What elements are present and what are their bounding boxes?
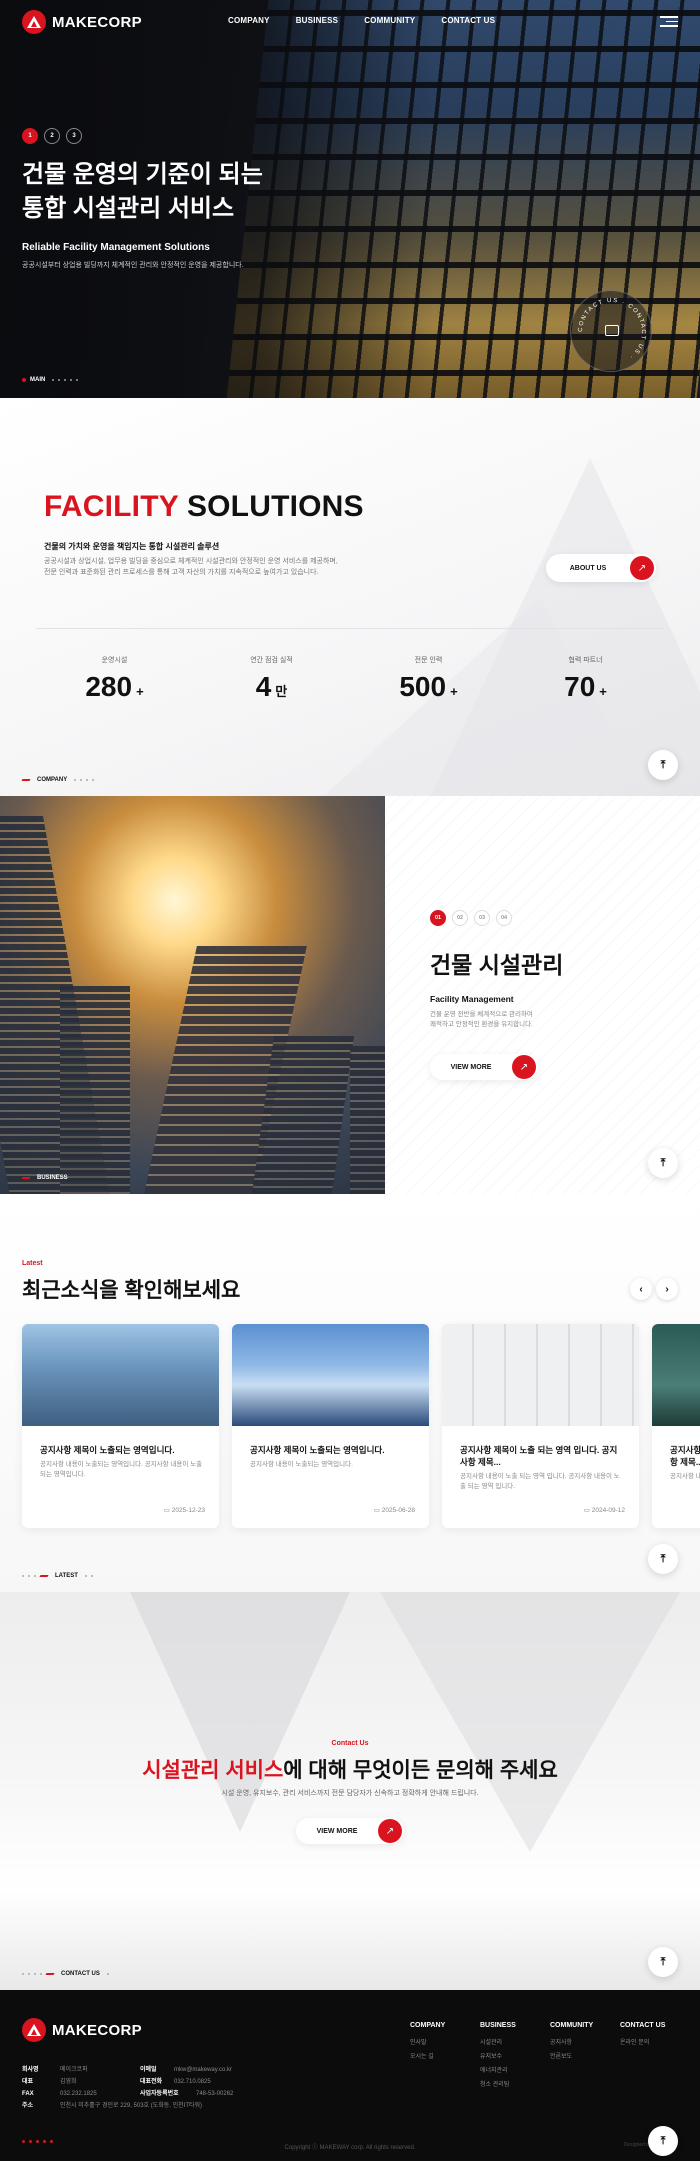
chat-icon [605, 325, 619, 336]
footer-link[interactable]: 청소 관리팀 [480, 2079, 550, 2088]
footer-link[interactable]: 에너지관리 [480, 2065, 550, 2074]
about-us-button[interactable]: ABOUT US ↗ [546, 554, 656, 582]
footer-link[interactable]: 온라인 문의 [620, 2037, 690, 2046]
hamburger-icon[interactable] [660, 16, 678, 27]
arrow-to-top-icon[interactable]: ⤒ [648, 2126, 678, 2156]
footer-col-community: COMMUNITY 공지사항 언론보도 [550, 2022, 620, 2093]
contact-section: Contact Us 시설관리 서비스에 대해 무엇이든 문의해 주세요 시설 … [0, 1592, 700, 1990]
stat-item: 협력 파트너 70 + [564, 657, 607, 702]
business-description: 건물 운영 전반을 체계적으로 관리하여 쾌적하고 안정적인 환경을 유지합니다. [430, 1011, 533, 1028]
footer-link[interactable]: 시설관리 [480, 2037, 550, 2046]
hero-title-line1: 건물 운영의 기준이 되는 [22, 161, 263, 188]
business-view-more-button[interactable]: VIEW MORE ↗ [430, 1054, 538, 1080]
news-card[interactable]: 공지사항 제목이 노출되는 영역입니다. 공지사항 제목... 공지사항 내용이… [652, 1324, 700, 1528]
arrow-to-top-icon[interactable]: ⤒ [648, 1544, 678, 1574]
hero-slide-2[interactable]: 2 [44, 128, 60, 144]
arrow-to-top-icon[interactable]: ⤒ [648, 1148, 678, 1178]
hero-subtitle: Reliable Facility Management Solutions [22, 242, 210, 253]
chevron-left-icon[interactable]: ‹ [630, 1278, 652, 1300]
latest-section: Latest 최근소식을 확인해보세요 ‹ › 공지사항 제목이 노출되는 영역… [0, 1194, 700, 1592]
calendar-icon: ▭ [163, 1507, 172, 1514]
logo-text: MAKECORP [52, 13, 142, 31]
footer-col-contact: CONTACT US 온라인 문의 [620, 2022, 690, 2093]
hero-slide-3[interactable]: 3 [66, 128, 82, 144]
facility-lead: 건물의 가치와 운영을 책임지는 통합 시설관리 솔루션 [44, 542, 220, 551]
nav-business[interactable]: BUSINESS [296, 16, 339, 25]
business-page-1[interactable]: 01 [430, 910, 446, 926]
hero-title-line2: 통합 시설관리 서비스 [22, 195, 235, 222]
footer-link[interactable]: 인사말 [410, 2037, 480, 2046]
news-card-image [652, 1324, 700, 1426]
stat-item: 전문 인력 500 + [399, 657, 458, 702]
news-card-image [442, 1324, 639, 1426]
contact-view-more-button[interactable]: VIEW MORE ↗ [296, 1818, 404, 1844]
stat-item: 연간 점검 실적 4 만 [250, 657, 293, 702]
arrow-to-top-icon[interactable]: ⤒ [648, 1947, 678, 1977]
footer-sitemap: COMPANY 인사말 오시는 길 BUSINESS 시설관리 유지보수 에너지… [410, 2022, 690, 2093]
facility-title: FACILITY SOLUTIONS [44, 490, 364, 523]
chevron-right-icon[interactable]: › [656, 1278, 678, 1300]
business-page-3[interactable]: 03 [474, 910, 490, 926]
arrow-to-top-icon[interactable]: ⤒ [648, 750, 678, 780]
stats-row: 운영시설 280 + 연간 점검 실적 4 만 전문 인력 500 + 협력 파트너 70 + [36, 628, 664, 708]
hero-slide-pager: 1 2 3 [22, 128, 82, 144]
logo-mark-icon [22, 2018, 46, 2042]
hero-title: 건물 운영의 기준이 되는 통합 시설관리 서비스 [22, 158, 382, 226]
news-card[interactable]: 공지사항 제목이 노출되는 영역입니다. 공지사항 내용이 노출되는 영역입니다… [22, 1324, 219, 1528]
nav-company[interactable]: COMPANY [228, 16, 270, 25]
footer: MAKECORP COMPANY 인사말 오시는 길 BUSINESS 시설관리… [0, 1990, 700, 2161]
footer-col-business: BUSINESS 시설관리 유지보수 에너지관리 청소 관리팀 [480, 2022, 550, 2093]
footer-link[interactable]: 공지사항 [550, 2037, 620, 2046]
contact-us-floating-button[interactable]: CONTACT US · CONTACT US · [570, 290, 652, 372]
news-card[interactable]: 공지사항 제목이 노출되는 영역입니다. 공지사항 내용이 노출되는 영역입니다… [232, 1324, 429, 1528]
footer-link[interactable]: 언론보도 [550, 2051, 620, 2060]
hero-description: 공공시설부터 상업용 빌딩까지 체계적인 관리와 안정적인 운영을 제공합니다. [22, 262, 244, 269]
nav-community[interactable]: COMMUNITY [364, 16, 415, 25]
facility-body: 공공시설과 상업시설, 업무용 빌딩을 중심으로 체계적인 시설관리와 안정적인… [44, 558, 338, 576]
section-label-main: MAIN [30, 377, 46, 383]
hero-slide-1[interactable]: 1 [22, 128, 38, 144]
business-section-indicator: BUSINESS [21, 1175, 71, 1181]
footer-logo[interactable]: MAKECORP [22, 2018, 142, 2042]
company-section: FACILITY SOLUTIONS 건물의 가치와 운영을 책임지는 통합 시… [0, 398, 700, 796]
footer-copyright: Copyright ⓒ MAKEWAY corp. All rights res… [284, 2145, 416, 2151]
arrow-up-right-icon: ↗ [512, 1055, 536, 1079]
arrow-up-right-icon: ↗ [630, 556, 654, 580]
company-section-indicator: COMPANY [21, 777, 95, 783]
news-card-image [232, 1324, 429, 1426]
stat-item: 운영시설 280 + [85, 657, 144, 702]
footer-link[interactable]: 오시는 길 [410, 2051, 480, 2060]
footer-link[interactable]: 유지보수 [480, 2051, 550, 2060]
contact-description: 시설 운영, 유지보수, 관리 서비스까지 전문 담당자가 신속하고 정확하게 … [221, 1790, 479, 1797]
latest-title: 최근소식을 확인해보세요 [22, 1279, 241, 1302]
business-en-title: Facility Management [430, 994, 514, 1004]
logo-mark-icon [22, 10, 46, 34]
contact-section-indicator: CONTACT US [22, 1971, 109, 1977]
business-section: 01 02 03 04 건물 시설관리 Facility Management … [0, 796, 700, 1194]
latest-section-indicator: LATEST [22, 1573, 93, 1579]
news-card-image [22, 1324, 219, 1426]
hero-section: MAKECORP COMPANY BUSINESS COMMUNITY CONT… [0, 0, 700, 398]
header-logo[interactable]: MAKECORP [22, 10, 142, 34]
business-page-4[interactable]: 04 [496, 910, 512, 926]
calendar-icon: ▭ [373, 1507, 382, 1514]
business-pager: 01 02 03 04 [430, 910, 512, 926]
contact-tag: Contact Us [331, 1740, 369, 1747]
page: MAKECORP COMPANY BUSINESS COMMUNITY CONT… [0, 0, 700, 2161]
main-nav: COMPANY BUSINESS COMMUNITY CONTACT US [228, 16, 495, 25]
nav-contact-us[interactable]: CONTACT US [441, 16, 495, 25]
business-page-2[interactable]: 02 [452, 910, 468, 926]
arrow-up-right-icon: ↗ [378, 1819, 402, 1843]
footer-company-info: 회사명 메이크코퍼 이메일 mkw@makeway.co.kr 대표 김영희 대표전화 03… [22, 2067, 234, 2109]
business-photo [0, 796, 385, 1194]
calendar-icon: ▭ [583, 1507, 592, 1514]
latest-tag: Latest [22, 1260, 43, 1267]
business-title: 건물 시설관리 [430, 952, 564, 978]
footer-col-company: COMPANY 인사말 오시는 길 [410, 2022, 480, 2093]
hero-section-indicator: MAIN [22, 377, 79, 383]
news-card[interactable]: 공지사항 제목이 노출 되는 영역 입니다. 공지사항 제목... 공지사항 내… [442, 1324, 639, 1528]
contact-title: 시설관리 서비스에 대해 무엇이든 문의해 주세요 [142, 1759, 558, 1782]
